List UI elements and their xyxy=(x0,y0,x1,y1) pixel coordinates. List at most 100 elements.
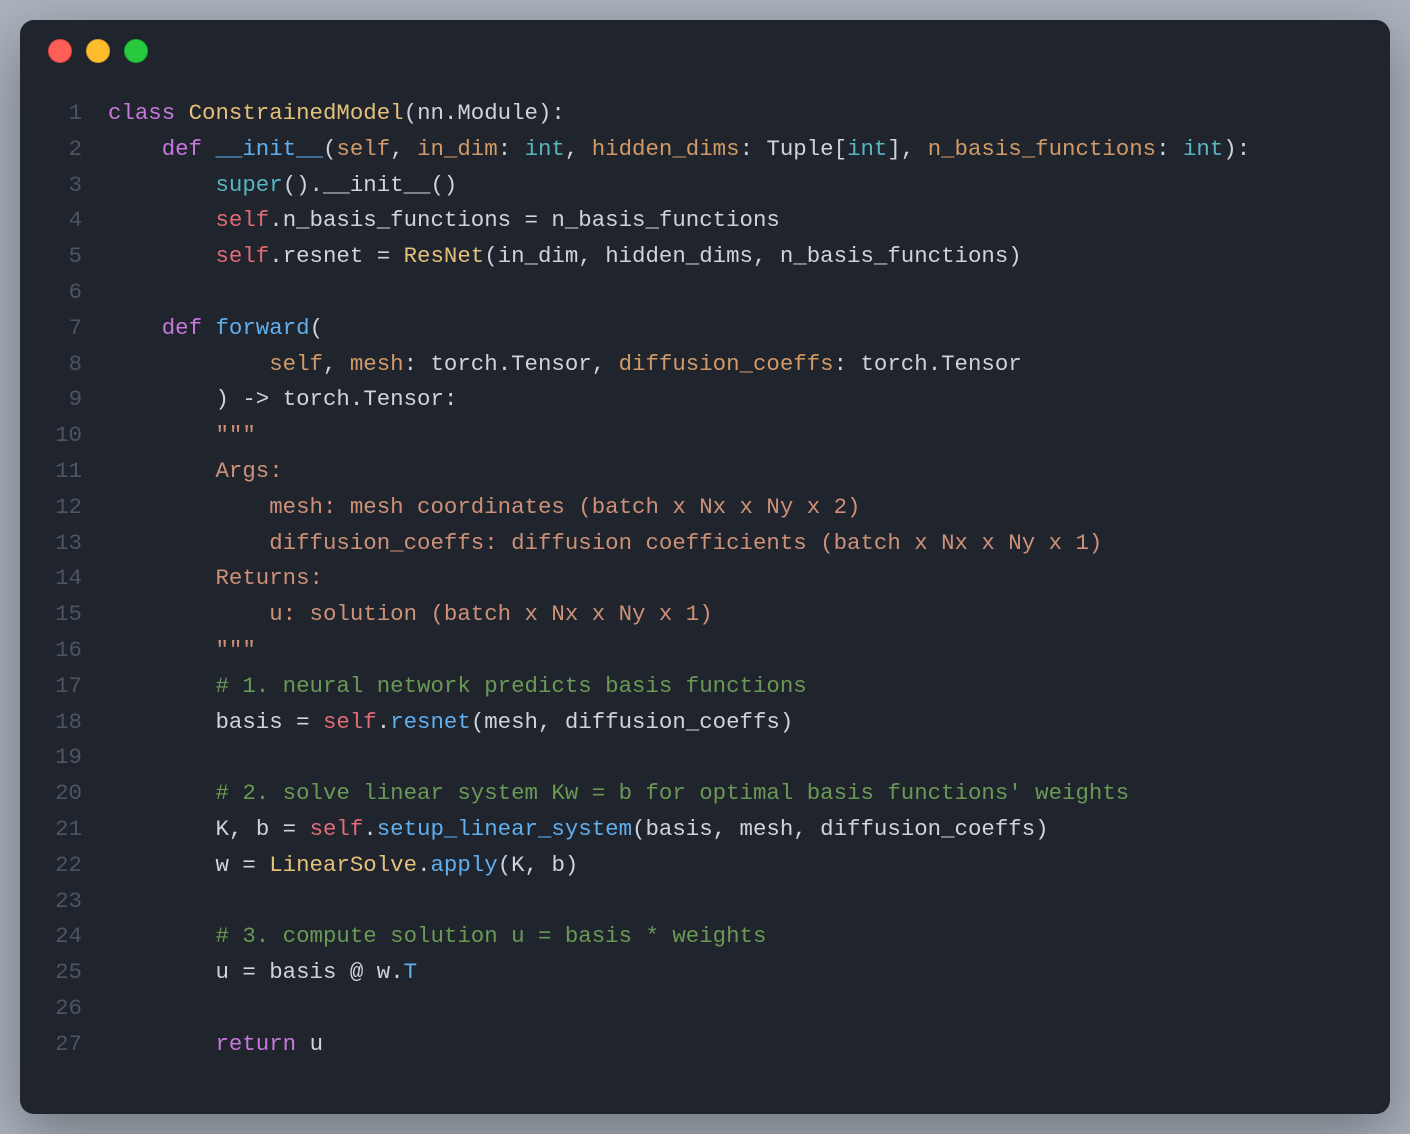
code-token: , xyxy=(592,351,619,377)
code-line[interactable]: w = LinearSolve.apply(K, b) xyxy=(108,848,1368,884)
code-token: . xyxy=(350,386,363,412)
line-number: 19 xyxy=(42,740,82,776)
code-line[interactable]: K, b = self.setup_linear_system(basis, m… xyxy=(108,812,1368,848)
code-token: , xyxy=(323,351,350,377)
code-line[interactable]: mesh: mesh coordinates (batch x Nx x Ny … xyxy=(108,490,1368,526)
code-line[interactable] xyxy=(108,991,1368,1027)
code-token: : xyxy=(498,136,525,162)
code-line[interactable]: Returns: xyxy=(108,561,1368,597)
code-token: = xyxy=(511,207,551,233)
code-token: @ xyxy=(336,959,376,985)
code-line[interactable]: """ xyxy=(108,633,1368,669)
line-number: 7 xyxy=(42,311,82,347)
line-number: 26 xyxy=(42,991,82,1027)
code-token: return xyxy=(216,1031,310,1057)
code-token: self xyxy=(216,243,270,269)
line-number: 11 xyxy=(42,454,82,490)
window-zoom-icon[interactable] xyxy=(124,39,148,63)
code-token: setup_linear_system xyxy=(377,816,632,842)
code-line[interactable]: # 3. compute solution u = basis * weight… xyxy=(108,919,1368,955)
code-token: basis xyxy=(645,816,712,842)
code-content[interactable]: class ConstrainedModel(nn.Module): def _… xyxy=(108,96,1368,1063)
code-token: mesh xyxy=(484,709,538,735)
code-line[interactable]: Args: xyxy=(108,454,1368,490)
line-number-gutter: 1234567891011121314151617181920212223242… xyxy=(42,96,108,1063)
code-token: n_basis_functions xyxy=(551,207,779,233)
code-token: self xyxy=(216,207,270,233)
code-line[interactable]: def forward( xyxy=(108,311,1368,347)
code-token: self xyxy=(323,709,377,735)
code-token: , xyxy=(578,243,605,269)
code-token: n_basis_functions xyxy=(283,207,511,233)
code-token: . xyxy=(498,351,511,377)
line-number: 5 xyxy=(42,239,82,275)
code-token: T xyxy=(404,959,417,985)
code-line[interactable]: def __init__(self, in_dim: int, hidden_d… xyxy=(108,132,1368,168)
window-minimize-icon[interactable] xyxy=(86,39,110,63)
code-token: . xyxy=(363,816,376,842)
code-token: def xyxy=(162,136,216,162)
line-number: 20 xyxy=(42,776,82,812)
code-token: mesh xyxy=(740,816,794,842)
code-line[interactable]: self, mesh: torch.Tensor, diffusion_coef… xyxy=(108,347,1368,383)
code-line[interactable]: self.resnet = ResNet(in_dim, hidden_dims… xyxy=(108,239,1368,275)
code-line[interactable]: u: solution (batch x Nx x Ny x 1) xyxy=(108,597,1368,633)
code-line[interactable]: # 1. neural network predicts basis funct… xyxy=(108,669,1368,705)
code-token: diffusion_coeffs xyxy=(820,816,1035,842)
code-token: ConstrainedModel xyxy=(189,100,404,126)
code-token: , xyxy=(229,816,256,842)
code-token: forward xyxy=(216,315,310,341)
code-token: diffusion_coeffs xyxy=(565,709,780,735)
code-token: torch xyxy=(861,351,928,377)
code-token: self xyxy=(310,816,364,842)
line-number: 15 xyxy=(42,597,82,633)
line-number: 10 xyxy=(42,418,82,454)
code-token: ( xyxy=(310,315,323,341)
code-line[interactable]: basis = self.resnet(mesh, diffusion_coef… xyxy=(108,705,1368,741)
code-line[interactable]: class ConstrainedModel(nn.Module): xyxy=(108,96,1368,132)
code-token: Tuple xyxy=(766,136,833,162)
code-token: resnet xyxy=(390,709,471,735)
line-number: 17 xyxy=(42,669,82,705)
code-token: , xyxy=(565,136,592,162)
code-token: , xyxy=(713,816,740,842)
line-number: 12 xyxy=(42,490,82,526)
code-line[interactable]: diffusion_coeffs: diffusion coefficients… xyxy=(108,526,1368,562)
code-token: in_dim xyxy=(417,136,498,162)
code-line[interactable] xyxy=(108,275,1368,311)
code-token: , xyxy=(793,816,820,842)
code-token: ( xyxy=(471,709,484,735)
editor-window: 1234567891011121314151617181920212223242… xyxy=(20,20,1390,1114)
code-token: ) xyxy=(565,852,578,878)
code-line[interactable]: # 2. solve linear system Kw = b for opti… xyxy=(108,776,1368,812)
code-line[interactable] xyxy=(108,884,1368,920)
line-number: 14 xyxy=(42,561,82,597)
code-line[interactable] xyxy=(108,740,1368,776)
code-token: : xyxy=(444,386,457,412)
code-line[interactable]: super().__init__() xyxy=(108,168,1368,204)
code-token: (). xyxy=(283,172,323,198)
code-line[interactable]: self.n_basis_functions = n_basis_functio… xyxy=(108,203,1368,239)
code-token: ) xyxy=(1008,243,1021,269)
line-number: 21 xyxy=(42,812,82,848)
code-token: = xyxy=(269,816,309,842)
code-token: # 1. neural network predicts basis funct… xyxy=(216,673,807,699)
code-token: ( xyxy=(484,243,497,269)
code-token: LinearSolve xyxy=(269,852,417,878)
code-token: Returns: xyxy=(216,565,324,591)
line-number: 2 xyxy=(42,132,82,168)
code-line[interactable]: return u xyxy=(108,1027,1368,1063)
code-line[interactable]: ) -> torch.Tensor: xyxy=(108,382,1368,418)
code-token: u xyxy=(310,1031,323,1057)
code-line[interactable]: u = basis @ w.T xyxy=(108,955,1368,991)
code-editor[interactable]: 1234567891011121314151617181920212223242… xyxy=(20,82,1390,1085)
code-token: Tensor xyxy=(363,386,444,412)
window-close-icon[interactable] xyxy=(48,39,72,63)
code-token: ): xyxy=(538,100,565,126)
line-number: 27 xyxy=(42,1027,82,1063)
code-line[interactable]: """ xyxy=(108,418,1368,454)
code-token: n_basis_functions xyxy=(780,243,1008,269)
code-token: , xyxy=(753,243,780,269)
code-token: # 3. compute solution u = basis * weight… xyxy=(216,923,767,949)
code-token: diffusion_coeffs: diffusion coefficients… xyxy=(269,530,1102,556)
